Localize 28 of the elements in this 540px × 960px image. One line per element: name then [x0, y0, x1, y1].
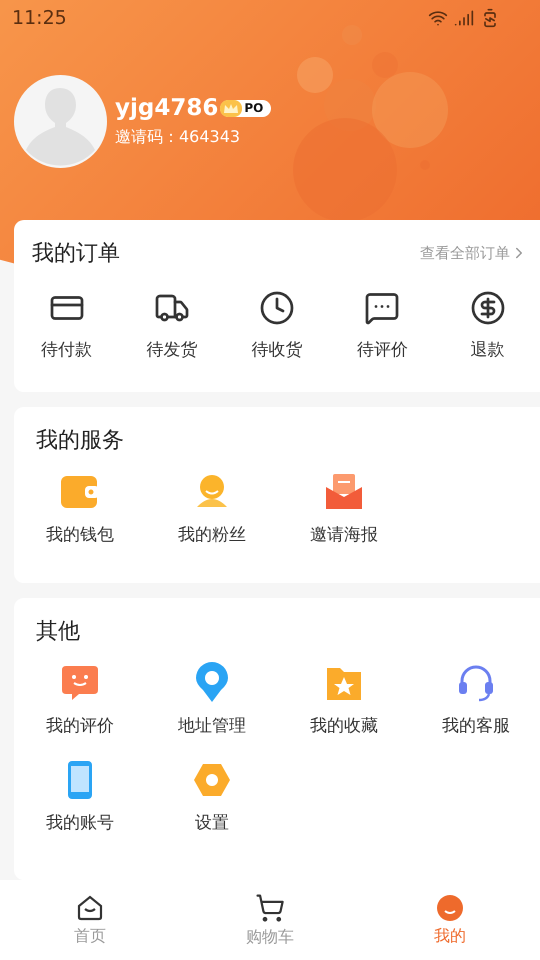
order-item[interactable]: 待收货: [224, 290, 330, 361]
other-item[interactable]: 我的收藏: [278, 662, 410, 737]
invite-code: 邀请码：464343: [115, 127, 242, 148]
level-badge: PO: [220, 100, 272, 116]
clock-icon: [259, 290, 295, 326]
service-item[interactable]: 邀请海报: [278, 471, 410, 546]
other-item[interactable]: 我的客服: [410, 662, 540, 737]
home-icon: [76, 894, 104, 922]
order-item[interactable]: 待评价: [330, 290, 435, 361]
other-item[interactable]: 地址管理: [146, 662, 278, 737]
smiley-icon: [436, 894, 464, 922]
username: yjg4786: [115, 95, 218, 121]
other-item[interactable]: 设置: [146, 759, 278, 834]
other-item[interactable]: 我的评价: [14, 662, 146, 737]
card-title: 我的服务: [35, 427, 124, 455]
service-item[interactable]: 我的粉丝: [146, 471, 278, 546]
order-item[interactable]: 退款: [435, 290, 540, 361]
chat-icon: [364, 290, 400, 326]
signal-icon: [454, 8, 474, 28]
status-time: 11:25: [12, 7, 67, 29]
cart-icon: [255, 892, 285, 922]
order-item[interactable]: 待付款: [14, 290, 119, 361]
order-item[interactable]: 待发货: [119, 290, 224, 361]
service-item[interactable]: 我的钱包: [14, 471, 146, 546]
card-title: 我的订单: [32, 240, 120, 268]
avatar[interactable]: [14, 75, 107, 168]
other-item[interactable]: 我的账号: [14, 759, 146, 834]
card-title: 其他: [35, 618, 80, 646]
